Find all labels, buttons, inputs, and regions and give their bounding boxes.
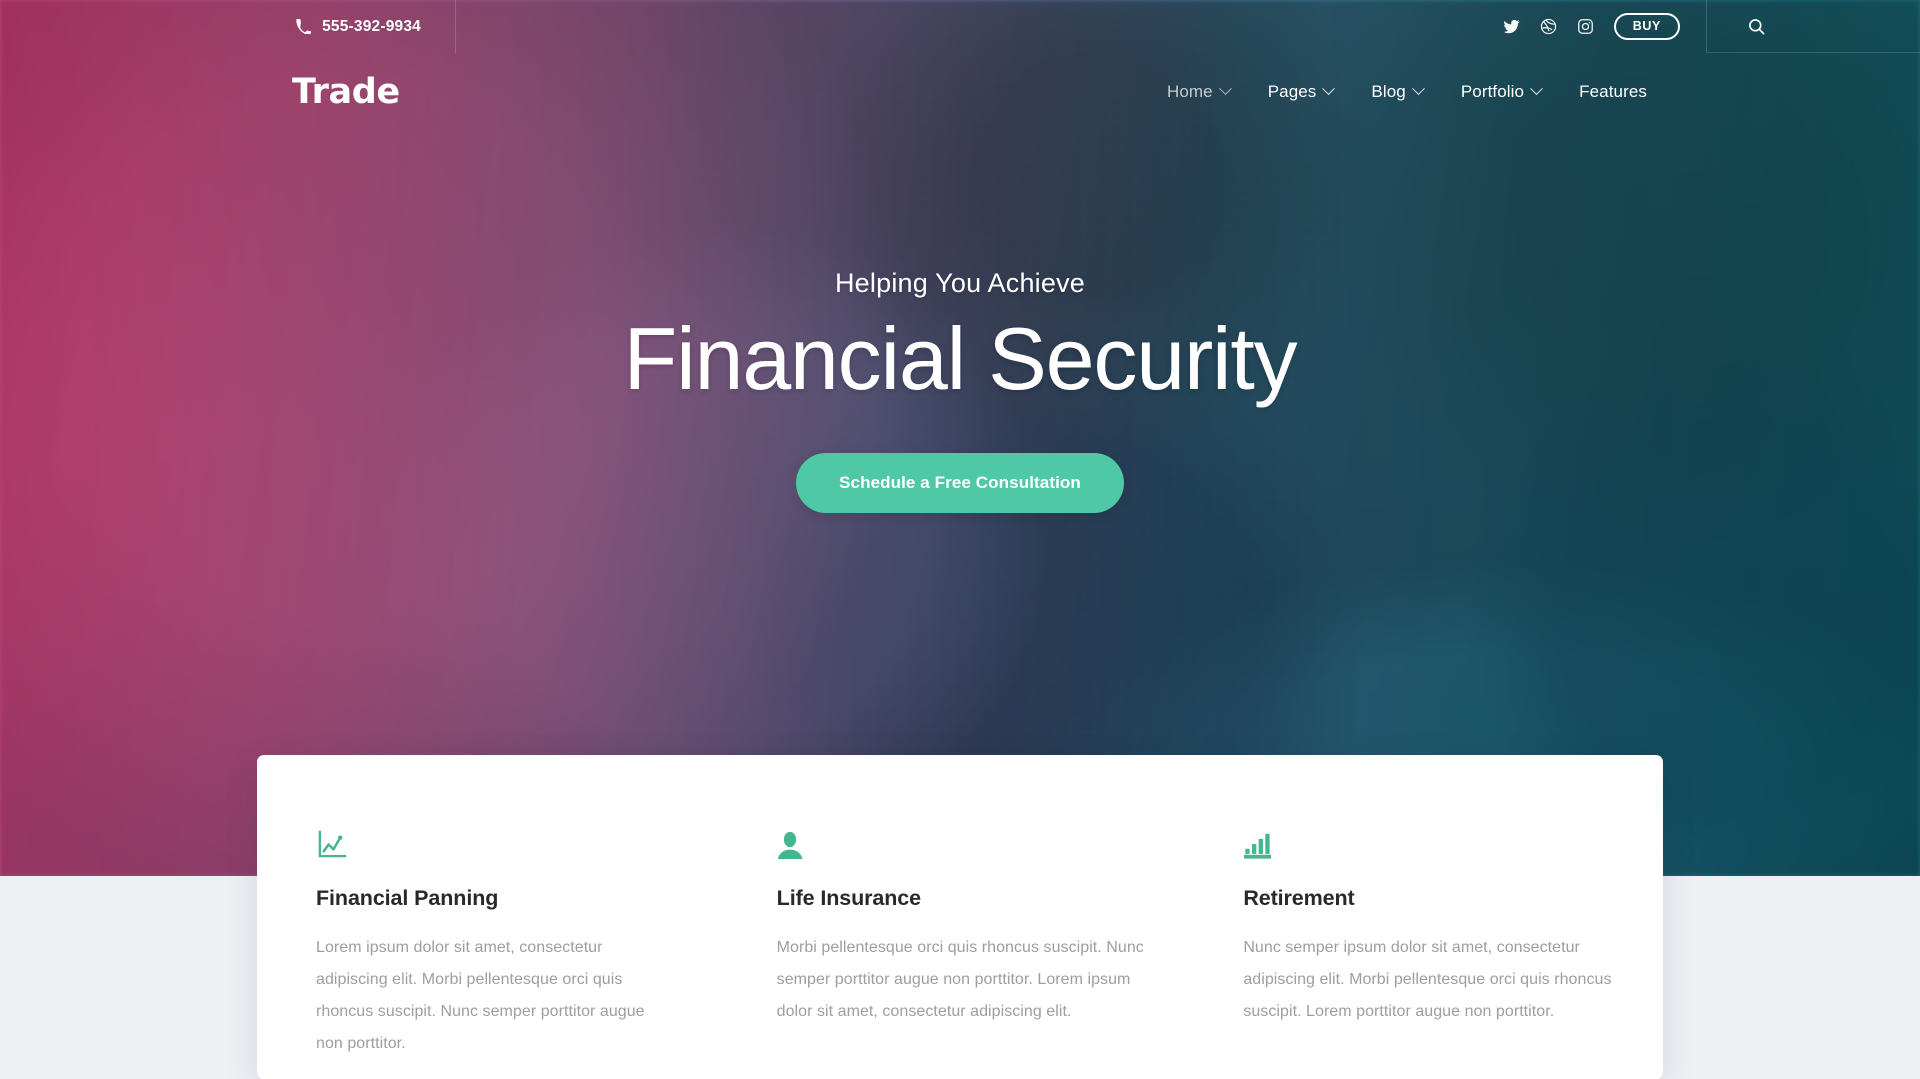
nav-item-label: Features xyxy=(1579,81,1647,101)
feature-item-retirement[interactable]: Retirement Nunc semper ipsum dolor sit a… xyxy=(1194,755,1663,1079)
chevron-down-icon xyxy=(1411,82,1425,96)
feature-body: Morbi pellentesque orci quis rhoncus sus… xyxy=(776,939,1144,1020)
nav-item-features[interactable]: Features xyxy=(1579,82,1647,102)
site-logo[interactable]: Trade xyxy=(292,72,400,112)
social-links: BUY xyxy=(1503,0,1706,53)
bar-chart-icon xyxy=(1243,818,1615,860)
nav-item-label: Home xyxy=(1166,81,1213,101)
feature-item-financial-planning[interactable]: Financial Panning Lorem ipsum dolor sit … xyxy=(257,755,726,1079)
hero-cta-wrap: Schedule a Free Consultation xyxy=(0,453,1920,514)
phone-number: 555-392-9934 xyxy=(322,17,421,35)
main-navigation: Trade Home Pages Blog Portfolio Features xyxy=(0,53,1920,130)
person-icon xyxy=(777,818,1151,860)
nav-item-label: Portfolio xyxy=(1460,81,1525,101)
chevron-down-icon xyxy=(1530,82,1543,96)
nav-item-portfolio[interactable]: Portfolio xyxy=(1460,81,1543,102)
features-card: Financial Panning Lorem ipsum dolor sit … xyxy=(257,755,1663,1079)
hero-headline: Financial Security xyxy=(623,309,1298,408)
buy-button[interactable]: BUY xyxy=(1613,12,1680,41)
nav-item-label: Blog xyxy=(1371,81,1406,101)
dribbble-icon[interactable] xyxy=(1540,18,1557,35)
feature-body: Nunc semper ipsum dolor sit amet, consec… xyxy=(1243,939,1612,1020)
hero-section: 555-392-9934 BUY Trade Home Pages Blog P… xyxy=(0,0,1920,876)
feature-item-life-insurance[interactable]: Life Insurance Morbi pellentesque orci q… xyxy=(726,755,1195,1079)
chevron-down-icon xyxy=(1218,82,1232,96)
schedule-consultation-button[interactable]: Schedule a Free Consultation xyxy=(796,453,1124,514)
feature-title: Financial Panning xyxy=(316,886,499,910)
nav-item-home[interactable]: Home xyxy=(1166,81,1232,102)
top-utility-bar: 555-392-9934 BUY xyxy=(0,0,1920,53)
nav-menu: Home Pages Blog Portfolio Features xyxy=(1167,82,1647,102)
feature-title: Retirement xyxy=(1243,886,1355,910)
search-area xyxy=(1706,0,1920,53)
feature-title: Life Insurance xyxy=(776,886,922,910)
topbar-left: 555-392-9934 xyxy=(0,0,456,53)
chevron-down-icon xyxy=(1322,82,1336,96)
twitter-icon[interactable] xyxy=(1503,18,1520,35)
nav-item-pages[interactable]: Pages xyxy=(1267,81,1336,102)
hero-kicker: Helping You Achieve xyxy=(834,268,1085,298)
instagram-icon[interactable] xyxy=(1577,18,1594,35)
nav-item-label: Pages xyxy=(1267,81,1317,101)
phone-icon xyxy=(296,19,311,34)
search-icon[interactable] xyxy=(1747,17,1766,36)
nav-item-blog[interactable]: Blog xyxy=(1371,81,1425,102)
line-chart-icon xyxy=(316,818,674,860)
feature-body: Lorem ipsum dolor sit amet, consectetur … xyxy=(316,939,645,1052)
phone-link[interactable]: 555-392-9934 xyxy=(296,18,421,36)
